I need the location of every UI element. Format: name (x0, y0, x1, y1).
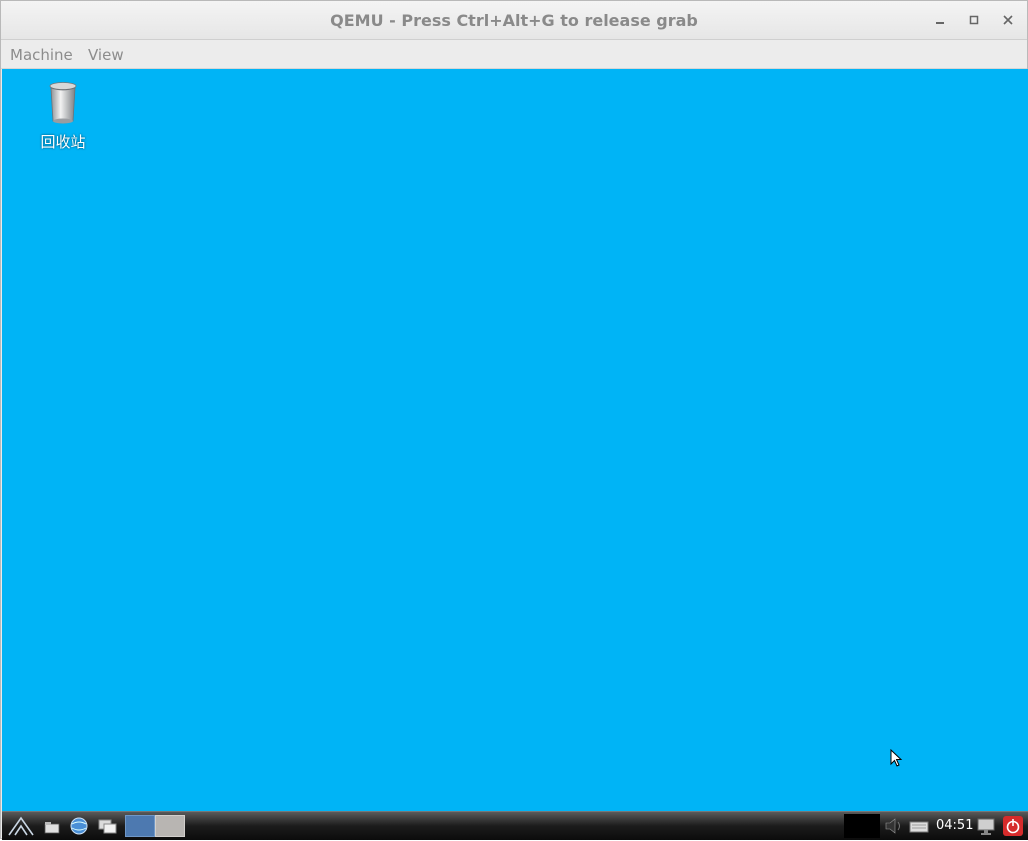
qemu-window: QEMU - Press Ctrl+Alt+G to release grab … (0, 0, 1028, 840)
trash-can-icon (45, 81, 81, 125)
workspace-1-button[interactable] (125, 815, 155, 837)
file-manager-icon[interactable] (40, 815, 64, 837)
guest-desktop[interactable]: 回收站 (2, 69, 1028, 811)
start-menu-icon[interactable] (6, 815, 36, 837)
window-title: QEMU - Press Ctrl+Alt+G to release grab (330, 11, 698, 30)
desktop-icon-label: 回收站 (40, 133, 86, 151)
desktop-icon-recycle-bin[interactable]: 回收站 (32, 81, 94, 152)
menu-view[interactable]: View (88, 46, 124, 64)
tray-app-area[interactable] (844, 814, 880, 838)
maximize-icon[interactable] (965, 11, 983, 29)
close-icon[interactable] (999, 11, 1017, 29)
keyboard-icon[interactable] (908, 815, 930, 837)
menu-machine[interactable]: Machine (10, 46, 73, 64)
web-browser-icon[interactable] (66, 815, 92, 837)
workspace-2-button[interactable] (155, 815, 185, 837)
guest-taskbar: 04:51 (2, 811, 1028, 840)
show-desktop-icon[interactable] (96, 815, 120, 837)
menu-bar: Machine View (1, 40, 1027, 69)
mouse-pointer-icon (890, 748, 904, 769)
network-icon[interactable] (975, 815, 997, 837)
minimize-icon[interactable] (931, 11, 949, 29)
volume-icon[interactable] (882, 815, 908, 837)
title-bar[interactable]: QEMU - Press Ctrl+Alt+G to release grab (1, 1, 1027, 40)
power-icon[interactable] (1002, 815, 1024, 837)
clock[interactable]: 04:51 (936, 818, 973, 833)
